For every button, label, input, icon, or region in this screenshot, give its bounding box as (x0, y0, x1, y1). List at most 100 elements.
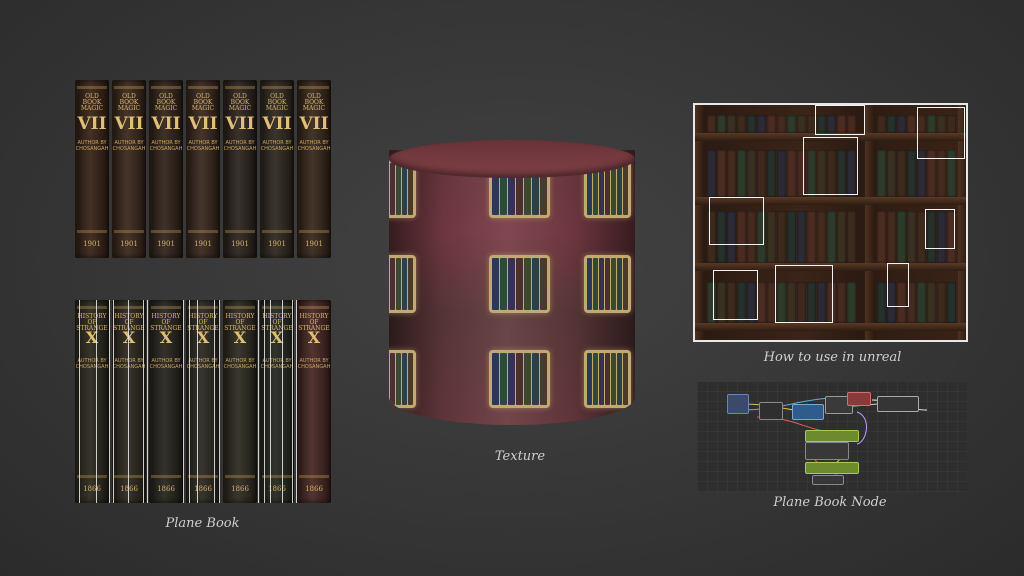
tile-book (540, 258, 547, 310)
texture-tile (389, 255, 416, 313)
spine-author: AUTHOR BY CHOSANGAH (297, 358, 331, 370)
spine-band (188, 230, 218, 233)
spine-band (225, 230, 255, 233)
texture-tile (489, 350, 550, 408)
shelf-book (757, 115, 766, 133)
shelf-book (757, 150, 766, 197)
spine-volume: X (85, 328, 99, 347)
wire-line (109, 300, 110, 503)
spine-volume: VII (188, 114, 218, 134)
shelf-book (847, 211, 856, 263)
tile-book (524, 353, 531, 405)
spine-band (114, 230, 144, 233)
spine-year: 1866 (157, 485, 175, 493)
texture-tile (489, 255, 550, 313)
shelf-book (777, 150, 786, 197)
shelf-book (907, 211, 916, 263)
shelf-book (767, 211, 776, 263)
top-book-spine: OLD BOOK MAGIC VII AUTHOR BY CHOSANGAH 1901 (186, 80, 220, 258)
graph-node (847, 392, 871, 406)
spine-band (225, 475, 255, 478)
tile-book (408, 163, 413, 215)
spine-year: 1901 (268, 240, 286, 248)
highlight-box (815, 105, 865, 135)
tile-book (623, 163, 628, 215)
spine-author: AUTHOR BY CHOSANGAH (260, 358, 294, 370)
graph-node (805, 442, 849, 460)
shelf-book (907, 115, 916, 133)
shelf-book (747, 115, 756, 133)
tile-book (408, 258, 413, 310)
shelf-book (757, 282, 766, 323)
tile-book (500, 258, 507, 310)
spine-year: 1901 (231, 240, 249, 248)
tile-book (402, 258, 407, 310)
shelf-book (777, 211, 786, 263)
shelf-book (887, 211, 896, 263)
shelf-book (827, 211, 836, 263)
shelf-book (797, 211, 806, 263)
spine-volume: X (270, 328, 284, 347)
spine-author: AUTHOR BY CHOSANGAH (297, 140, 331, 152)
highlight-box (775, 265, 833, 323)
tile-book (532, 258, 539, 310)
spine-title: OLD BOOK MAGIC (228, 93, 252, 112)
spine-year: 1866 (268, 485, 286, 493)
wire-line (282, 300, 283, 503)
tile-book (508, 258, 515, 310)
graph-node (805, 462, 859, 474)
spine-volume: X (233, 328, 247, 347)
graph-node (812, 475, 844, 485)
spine-author: AUTHOR BY CHOSANGAH (149, 358, 183, 370)
shelf-book (787, 211, 796, 263)
spine-band (225, 86, 255, 89)
tile-book (516, 353, 523, 405)
spine-volume: VII (77, 114, 107, 134)
shelf-book (737, 115, 746, 133)
shelf-book (727, 150, 736, 197)
tile-book (396, 163, 401, 215)
tile-book (492, 258, 499, 310)
shelf-book (907, 150, 916, 197)
spine-volume: X (159, 328, 173, 347)
spine-year: 1866 (83, 485, 101, 493)
top-book-spine: OLD BOOK MAGIC VII AUTHOR BY CHOSANGAH 1901 (149, 80, 183, 258)
caption-how-to-use: How to use in unreal (763, 350, 902, 365)
bottom-book-spine: HISTORY OF STRANGEXAUTHOR BY CHOSANGAH18… (149, 300, 183, 503)
spine-band (262, 475, 292, 478)
spine-band (114, 86, 144, 89)
node-graph-preview (697, 382, 967, 492)
shelf-book (877, 211, 886, 263)
shelf-book (847, 282, 856, 323)
shelf-book (877, 282, 886, 323)
tile-book (593, 353, 598, 405)
tile-book (605, 258, 610, 310)
shelf-board (695, 323, 966, 331)
tile-book (532, 353, 539, 405)
spine-year: 1901 (83, 240, 101, 248)
shelf-book (717, 150, 726, 197)
tile-book (402, 353, 407, 405)
shelf-book (897, 150, 906, 197)
tile-book (390, 353, 395, 405)
caption-texture: Texture (494, 449, 546, 464)
spine-band (77, 475, 107, 478)
wire-line (189, 300, 190, 503)
wire-line (197, 300, 198, 503)
spine-volume: VII (299, 114, 329, 134)
spine-band (114, 475, 144, 478)
wire-line (292, 300, 293, 503)
spine-band (188, 86, 218, 89)
shelf-book (797, 115, 806, 133)
spine-year: 1866 (305, 485, 323, 493)
wire-line (270, 300, 271, 503)
spine-band (299, 230, 329, 233)
shelf-book (737, 150, 746, 197)
spine-band (77, 230, 107, 233)
tile-book (623, 258, 628, 310)
tile-book (396, 258, 401, 310)
spine-band (151, 86, 181, 89)
spine-title: OLD BOOK MAGIC (117, 93, 141, 112)
tile-book (611, 163, 616, 215)
graph-node (792, 404, 824, 420)
